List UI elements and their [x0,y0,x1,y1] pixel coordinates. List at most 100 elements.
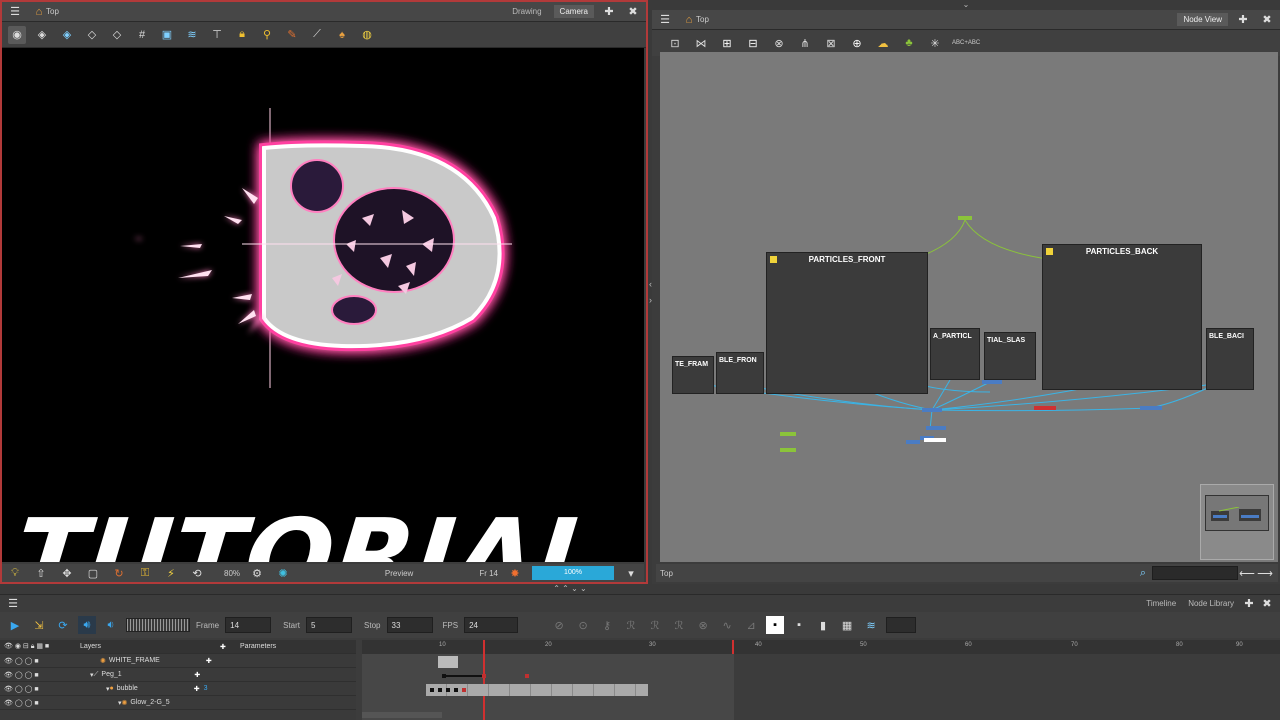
playback-speed-slider[interactable] [126,618,190,632]
node-tool-3-icon[interactable]: ⊞ [718,34,736,52]
tab-camera[interactable]: Camera [553,5,594,18]
key-rx2-icon[interactable]: ℛ [646,616,664,634]
reset-icon[interactable]: ⟲ [188,564,206,582]
collapse-left-icon[interactable]: ‹ › [646,276,655,308]
upload-icon[interactable]: ⇧ [32,564,50,582]
keyframe[interactable] [430,688,434,692]
node-search-clear-icon[interactable]: ⟵ [1238,564,1256,582]
node-menu-icon[interactable]: ☰ [656,11,674,29]
node-tree-icon[interactable]: ♣ [900,34,918,52]
render-gear-icon[interactable]: ✺ [274,564,292,582]
node-tool-4-icon[interactable]: ⊟ [744,34,762,52]
camera-view-icon[interactable]: ◉ [8,25,26,44]
key-pattern-icon[interactable]: ▦ [838,616,856,634]
frame-ruler[interactable]: 10 20 30 40 50 60 70 80 90 100 [362,640,1280,654]
layers-flat-icon[interactable]: ◇ [108,26,126,44]
keyframe[interactable] [482,674,486,678]
node-sparkle-icon[interactable]: ✳ [926,34,944,52]
brush-icon[interactable]: ♠ [333,26,351,44]
node-tool-8-icon[interactable]: ⊕ [848,34,866,52]
key-rx-icon[interactable]: ℛ [622,616,640,634]
key-first-icon[interactable]: ⊘ [550,616,568,634]
tab-node-view[interactable]: Node View [1177,13,1228,26]
frame-field[interactable]: 14 [225,617,272,633]
node-bubble-back[interactable]: BLE_BACI [1206,328,1254,390]
render-icon[interactable]: ✸ [506,564,524,582]
node-navigator[interactable] [1200,484,1274,560]
rotate-icon[interactable]: ↻ [110,564,128,582]
key-type-dropdown[interactable] [886,617,917,633]
fps-field[interactable]: 24 [464,617,519,633]
timeline-close-icon[interactable]: ✖ [1258,594,1276,612]
layers-icon[interactable]: ◈ [33,26,51,44]
menu-icon[interactable]: ☰ [6,3,24,21]
node-white-frame[interactable]: TE_FRAM [672,356,714,394]
progress-dropdown-icon[interactable]: ▾ [622,564,640,582]
node-tool-1-icon[interactable]: ⊡ [666,34,684,52]
layer-name[interactable]: Glow_2-G_5 [127,699,207,706]
safe-area-icon[interactable]: ▣ [158,26,176,44]
node-canvas[interactable]: PARTICLES_FRONT PARTICLES_BACK TE_FRAM B… [660,52,1278,562]
stop-motion-key-icon[interactable]: ▪ [766,616,785,634]
close-icon[interactable]: ✖ [624,3,642,21]
key-tool-icon[interactable]: ⚷ [598,616,616,634]
keyframe[interactable] [454,688,458,692]
tab-drawing[interactable]: Drawing [506,5,547,18]
tab-node-library[interactable]: Node Library [1182,597,1240,610]
timeline-add-tab-icon[interactable]: ✚ [1240,594,1258,612]
layer-name[interactable]: bubble [114,685,194,692]
keyframe[interactable] [525,674,529,678]
line-icon[interactable]: ⟋ [308,26,326,44]
layer-row[interactable]: 👁︎ ◯ ◯ ■ ▾ ● bubble ✚ 3 [0,682,356,696]
layers-active-icon[interactable]: ◈ [58,26,76,44]
pencil-icon[interactable]: ✎ [283,26,301,44]
pin-icon[interactable]: ⚲ [258,26,276,44]
node-data-particles[interactable]: A_PARTICL [930,328,980,380]
node-tool-2-icon[interactable]: ⋈ [692,34,710,52]
light-icon[interactable]: ◍ [358,26,376,44]
layer-row[interactable]: 👁︎ ◯ ◯ ■ ▾ ⟋ Peg_1 ✚ [0,668,356,682]
layer-row[interactable]: 👁︎ ◯ ◯ ■ ▾ ✺ Glow_2-G_5 [0,696,356,710]
frame-icon[interactable]: ▢ [84,564,102,582]
zoom-level[interactable]: 80% [224,569,240,578]
node-tool-7-icon[interactable]: ⊠ [822,34,840,52]
node-initial-slash[interactable]: TIAL_SLAS [984,332,1036,380]
node-tool-5-icon[interactable]: ⊗ [770,34,788,52]
lock-icon[interactable]: 🔒︎ [233,26,251,44]
frame-cells-row-3[interactable] [426,684,648,696]
align-icon[interactable]: ⊤ [208,26,226,44]
layer-toggles[interactable]: 👁︎ ◯ ◯ ■ [0,685,106,693]
layer-name[interactable]: Peg_1 [98,671,194,678]
key-ease-icon[interactable]: ⊿ [742,616,760,634]
bulb-icon[interactable]: 💡︎ [6,564,24,582]
camera-breadcrumb[interactable]: Top [46,7,59,16]
layers-stack-icon[interactable]: ◇ [83,26,101,44]
node-abc-icon[interactable]: ABC+ABC [952,40,980,47]
node-close-icon[interactable]: ✖ [1258,11,1276,29]
keyframe[interactable] [438,688,442,692]
play-icon[interactable]: ▶ [6,616,24,634]
collapse-bottom-icon[interactable]: ⌃ ⌃ ⌄ ⌄ [550,584,590,594]
node-breadcrumb[interactable]: Top [696,15,709,24]
node-cloud-icon[interactable]: ☁ [874,34,892,52]
stop-field[interactable]: 33 [386,617,433,633]
layer-name[interactable]: WHITE_FRAME [106,657,206,664]
lightning-icon[interactable]: ⚡︎ [162,564,180,582]
sound-scrub-icon[interactable]: 🔉︎ [102,616,120,634]
camera-viewport[interactable]: TUTORIAL [2,48,644,562]
node-search-input[interactable] [1152,566,1238,580]
collapse-top-icon[interactable]: ⌄ [958,0,974,9]
node-add-tab-icon[interactable]: ✚ [1234,11,1252,29]
frame-cells-row-2[interactable] [438,671,498,681]
motion-key-icon[interactable]: ▪ [790,616,808,634]
key-sep-icon[interactable]: ⊗ [694,616,712,634]
key-prev-icon[interactable]: ⊙ [574,616,592,634]
group-particles-back[interactable]: PARTICLES_BACK [1042,244,1202,390]
onion-skin-icon[interactable]: ≋ [183,26,201,44]
add-layer-icon[interactable]: ✚ [220,643,240,651]
timeline-menu-icon[interactable]: ☰ [4,594,22,612]
layer-row[interactable]: 👁︎ ◯ ◯ ■ ✺ WHITE_FRAME ✚ [0,654,356,668]
key-rz-icon[interactable]: ℛ [670,616,688,634]
settings-gear-icon[interactable]: ⚙ [248,564,266,582]
keyframe[interactable] [462,688,466,692]
